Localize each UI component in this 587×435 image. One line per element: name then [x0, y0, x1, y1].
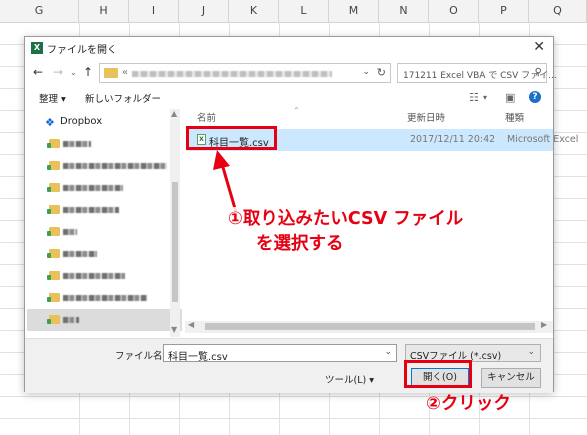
search-input[interactable]: 171211 Excel VBA で CSV ファイ... ⚲	[397, 63, 557, 83]
open-button-highlight-box	[404, 360, 472, 388]
scroll-up-icon[interactable]: ▲	[171, 109, 177, 118]
blurred-folder-name	[63, 163, 167, 169]
folder-icon	[47, 249, 60, 258]
column-header-g[interactable]: G	[0, 0, 79, 22]
folder-icon	[47, 271, 60, 280]
file-type: Microsoft Excel	[507, 134, 579, 145]
view-options-icon[interactable]: ☷	[469, 91, 479, 104]
column-header-type[interactable]: 種類	[505, 109, 524, 129]
recent-locations-chevron-icon[interactable]: ⌄	[70, 68, 77, 77]
blurred-folder-name	[63, 295, 147, 301]
sidebar-item-folder[interactable]	[27, 177, 182, 199]
scroll-down-icon[interactable]: ▼	[171, 325, 177, 334]
file-highlight-box	[186, 126, 277, 150]
chevron-down-icon[interactable]: ⌄	[384, 347, 392, 357]
sidebar-item-folder[interactable]	[27, 199, 182, 221]
column-header-n[interactable]: N	[379, 0, 429, 22]
up-arrow-icon[interactable]: ↑	[83, 65, 93, 79]
search-placeholder: 171211 Excel VBA で CSV ファイ...	[403, 71, 557, 81]
address-dropdown-icon[interactable]: ⌄	[362, 67, 370, 77]
sidebar-item-folder[interactable]	[27, 221, 182, 243]
chevron-down-icon: ⌄	[527, 347, 535, 357]
blurred-folder-name	[63, 207, 119, 213]
column-header-l[interactable]: L	[279, 0, 329, 22]
back-arrow-icon[interactable]: ←	[33, 65, 43, 79]
column-header-q[interactable]: Q	[529, 0, 587, 22]
excel-icon: X	[31, 42, 43, 54]
column-header-date[interactable]: 更新日時	[407, 109, 445, 129]
column-header-p[interactable]: P	[479, 0, 529, 22]
dialog-toolbar: 整理 ▾ 新しいフォルダー ☷ ▾ ▣ ?	[25, 87, 553, 109]
search-icon: ⚲	[534, 67, 542, 78]
organize-menu[interactable]: 整理 ▾	[39, 91, 66, 105]
sidebar-scrollbar-thumb[interactable]	[172, 182, 178, 302]
column-header-i[interactable]: I	[129, 0, 179, 22]
file-date: 2017/12/11 20:42	[410, 134, 496, 145]
navigation-bar: ← → ⌄ ↑ « ⌄ ↻ 171211 Excel VBA で CSV ファイ…	[25, 61, 557, 85]
sidebar-item-dropbox[interactable]: ❖ Dropbox	[27, 111, 182, 133]
sort-caret-icon: ⌃	[293, 106, 300, 115]
new-folder-button[interactable]: 新しいフォルダー	[85, 91, 161, 105]
step1-annotation: ①取り込みたいCSV ファイル を選択する	[228, 207, 464, 257]
blurred-folder-name	[63, 273, 125, 279]
blurred-folder-name	[63, 317, 79, 323]
address-path-blurred	[132, 71, 332, 77]
file-name-field[interactable]: 科目一覧.csv ⌄	[163, 344, 397, 363]
folder-icon	[47, 161, 60, 170]
folder-icon	[47, 315, 60, 324]
address-bar[interactable]: « ⌄ ↻	[99, 63, 391, 83]
step1-line1: ①取り込みたいCSV ファイル	[228, 209, 464, 229]
sidebar-item-folder[interactable]	[27, 155, 182, 177]
folder-icon	[47, 139, 60, 148]
scroll-left-icon[interactable]: ◀	[188, 320, 194, 329]
blurred-folder-name	[63, 185, 123, 191]
sidebar-item-folder[interactable]	[27, 243, 182, 265]
help-icon[interactable]: ?	[529, 91, 541, 103]
dropbox-icon: ❖	[45, 116, 55, 129]
step1-line2: を選択する	[256, 234, 344, 254]
view-dropdown-icon[interactable]: ▾	[483, 93, 487, 102]
sidebar-item-folder[interactable]	[27, 133, 182, 155]
breadcrumb-chevron-icon: «	[122, 67, 129, 78]
refresh-icon[interactable]: ↻	[377, 66, 386, 79]
folder-icon	[104, 68, 118, 78]
blurred-folder-name	[63, 229, 77, 235]
folder-icon	[47, 205, 60, 214]
navigation-pane: ❖ Dropbox	[27, 109, 182, 337]
file-name-value: 科目一覧.csv	[168, 352, 228, 363]
sidebar-item-folder[interactable]	[27, 265, 182, 287]
step2-annotation: ②クリック	[426, 394, 511, 414]
folder-icon	[47, 293, 60, 302]
column-header-k[interactable]: K	[229, 0, 279, 22]
blurred-folder-name	[63, 141, 91, 147]
column-header-j[interactable]: J	[179, 0, 229, 22]
dialog-title: ファイルを開く	[47, 45, 117, 56]
sidebar-item-label: Dropbox	[60, 116, 103, 127]
tools-label: ツール(L)	[325, 375, 367, 386]
forward-arrow-icon[interactable]: →	[53, 65, 63, 79]
folder-icon	[47, 227, 60, 236]
close-icon[interactable]: ✕	[533, 39, 545, 55]
column-header-o[interactable]: O	[429, 0, 479, 22]
scroll-right-icon[interactable]: ▶	[541, 320, 547, 329]
cancel-button[interactable]: キャンセル	[481, 368, 541, 388]
column-header-h[interactable]: H	[79, 0, 129, 22]
column-header-m[interactable]: M	[329, 0, 379, 22]
blurred-folder-name	[63, 251, 97, 257]
dialog-footer: ファイル名(N): 科目一覧.csv ⌄ CSVファイル (*.csv) ⌄ ツ…	[25, 338, 553, 393]
column-header-bar: G H I J K L M N O P Q	[0, 0, 587, 23]
sidebar-item-folder-selected[interactable]	[27, 309, 182, 331]
file-list-hscrollbar-thumb[interactable]	[205, 323, 535, 330]
preview-pane-icon[interactable]: ▣	[505, 91, 515, 104]
folder-icon	[47, 183, 60, 192]
tools-menu[interactable]: ツール(L) ▾	[325, 372, 374, 386]
sidebar-item-folder[interactable]	[27, 287, 182, 309]
dialog-titlebar[interactable]: X ファイルを開く ✕	[25, 37, 553, 59]
